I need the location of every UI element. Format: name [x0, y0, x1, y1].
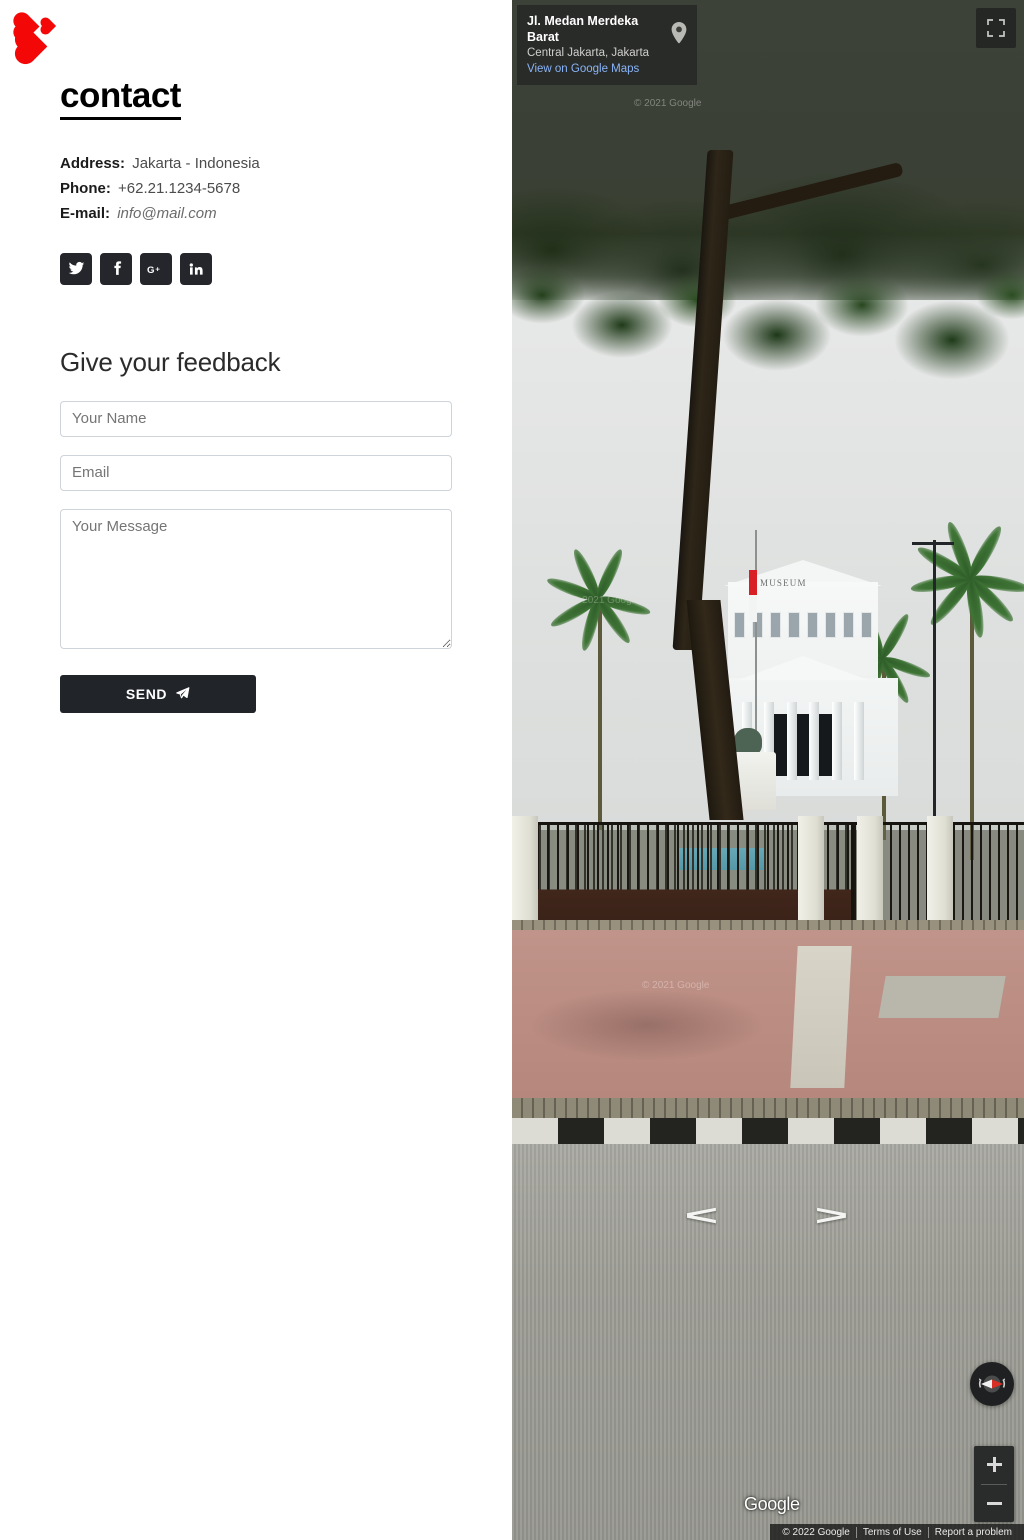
imagery-watermark: © 2021 Google — [634, 98, 702, 109]
street-nav-right-chevron[interactable]: > — [815, 1201, 849, 1230]
feedback-heading: Give your feedback — [60, 346, 281, 377]
terms-of-use-link[interactable]: Terms of Use — [857, 1527, 928, 1538]
minus-icon — [986, 1501, 1002, 1505]
fullscreen-icon — [987, 19, 1005, 37]
map-attribution-bar: © 2022 Google Terms of Use Report a prob… — [770, 1524, 1024, 1540]
compass-button[interactable] — [970, 1362, 1014, 1406]
contact-page: contact Address: Jakarta - Indonesia Pho… — [0, 0, 1024, 1540]
contact-panel: contact Address: Jakarta - Indonesia Pho… — [0, 0, 512, 1540]
address-card[interactable]: Jl. Medan Merdeka Barat Central Jakarta,… — [517, 5, 697, 85]
social-link-facebook[interactable] — [100, 252, 132, 285]
send-button-label: SEND — [125, 685, 168, 702]
heart-icon-small — [41, 18, 57, 34]
name-input[interactable] — [60, 400, 452, 437]
contact-details: Address: Jakarta - Indonesia Phone: +62.… — [60, 152, 460, 226]
street-nav-left-chevron[interactable]: < — [685, 1201, 719, 1230]
zoom-controls — [974, 1446, 1014, 1522]
address-card-text: Jl. Medan Merdeka Barat Central Jakarta,… — [527, 13, 665, 77]
striped-curb — [512, 1118, 1024, 1144]
copyright-text: © 2022 Google — [782, 1526, 850, 1538]
email-input[interactable] — [60, 454, 452, 491]
email-label: E-mail: — [60, 204, 111, 222]
social-link-google-plus[interactable]: G + — [140, 252, 172, 285]
leaf-band — [512, 255, 1024, 445]
contact-detail-phone: Phone: +62.21.1234-5678 — [60, 177, 460, 201]
concrete-patch — [878, 976, 1006, 1018]
map-pin-icon — [671, 22, 687, 49]
tree-shadow — [532, 990, 762, 1060]
heart-icon-large — [17, 31, 48, 62]
concrete-slab-path — [790, 946, 852, 1088]
email-value[interactable]: info@mail.com — [117, 205, 216, 222]
street-view-imagery[interactable]: MUSEUM © 2021 Google © 2021 Google © 202… — [512, 0, 1024, 1540]
svg-text:+: + — [155, 264, 160, 273]
museum-sign: MUSEUM — [760, 578, 807, 588]
street-view-navigation: < > — [512, 1186, 1024, 1246]
message-textarea[interactable] — [60, 508, 452, 649]
google-logo[interactable]: Google — [744, 1494, 800, 1515]
fullscreen-button[interactable] — [976, 8, 1016, 48]
linkedin-icon — [189, 263, 203, 275]
contact-detail-email: E-mail: info@mail.com — [60, 202, 460, 226]
street-view-panel[interactable]: MUSEUM © 2021 Google © 2021 Google © 202… — [512, 0, 1024, 1540]
twitter-icon — [68, 262, 84, 275]
indonesia-flag — [749, 570, 757, 622]
sidewalk-plaza — [512, 930, 1024, 1110]
phone-value[interactable]: +62.21.1234-5678 — [118, 180, 240, 197]
facebook-icon — [113, 261, 121, 276]
address-subtitle: Central Jakarta, Jakarta — [527, 47, 650, 59]
three-hearts-logo[interactable] — [15, 14, 60, 62]
view-on-google-maps-link[interactable]: View on Google Maps — [527, 61, 665, 77]
zoom-out-button[interactable] — [974, 1485, 1014, 1523]
phone-label: Phone: — [60, 179, 111, 197]
feedback-form: SEND — [60, 400, 460, 713]
zoom-in-button[interactable] — [974, 1446, 1014, 1484]
contact-detail-address: Address: Jakarta - Indonesia — [60, 152, 460, 176]
paper-plane-icon — [176, 687, 190, 699]
address-value: Jakarta - Indonesia — [132, 154, 260, 172]
portico-pediment — [738, 656, 868, 680]
address-label: Address: — [60, 154, 126, 172]
plus-icon — [986, 1457, 1002, 1473]
page-title: contact — [60, 77, 181, 120]
social-link-twitter[interactable] — [60, 252, 92, 285]
google-plus-icon: G + — [147, 264, 160, 276]
cobblestone-strip-lower — [512, 1098, 1024, 1118]
address-title: Jl. Medan Merdeka Barat — [527, 14, 639, 44]
svg-text:G: G — [147, 265, 155, 276]
contact-content: contact Address: Jakarta - Indonesia Pho… — [60, 77, 460, 713]
perimeter-fence — [512, 810, 1024, 938]
imagery-watermark: © 2021 Google — [642, 980, 710, 991]
compass-icon — [978, 1375, 1006, 1393]
report-problem-link[interactable]: Report a problem — [929, 1527, 1018, 1538]
send-button[interactable]: SEND — [60, 674, 256, 713]
imagery-watermark: © 2021 Google — [572, 595, 640, 606]
social-links: G + — [60, 252, 460, 285]
social-link-linkedin[interactable] — [180, 252, 212, 285]
